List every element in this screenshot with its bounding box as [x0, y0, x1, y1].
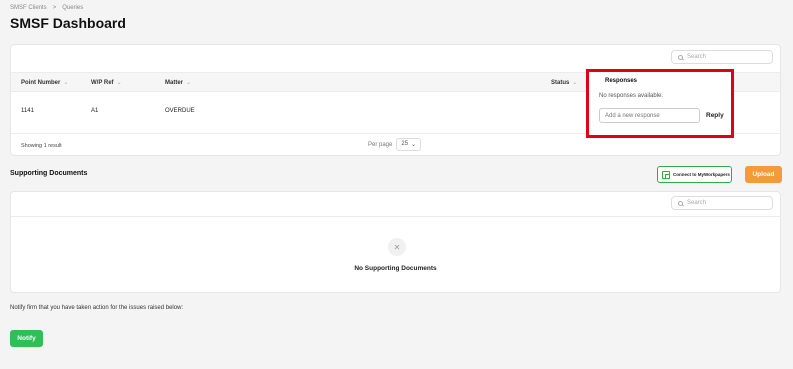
reply-button[interactable]: Reply: [706, 112, 724, 119]
column-matter[interactable]: Matter ⌄: [165, 79, 192, 87]
breadcrumb-separator: >: [52, 5, 57, 11]
chevron-down-icon: ⌄: [572, 80, 578, 86]
cell-wp-ref: A1: [91, 108, 99, 114]
close-icon: ✕: [388, 238, 406, 256]
search-icon: [678, 200, 683, 206]
cell-point-number: 1141: [21, 108, 34, 114]
documents-empty-text: No Supporting Documents: [354, 265, 437, 272]
result-count: Showing 1 result: [21, 143, 62, 149]
new-response-input[interactable]: Add a new response: [599, 108, 700, 123]
notify-instruction: Notify firm that you have taken action f…: [10, 305, 184, 311]
chevron-down-icon: ⌄: [63, 80, 69, 86]
copy-icon: [662, 170, 670, 179]
responses-empty-text: No responses available.: [599, 93, 664, 99]
breadcrumb-queries[interactable]: Queries: [62, 5, 83, 11]
page-title: SMSF Dashboard: [10, 15, 126, 31]
chevron-down-icon: ⌄: [186, 80, 192, 86]
breadcrumb: SMSF Clients > Queries: [10, 5, 83, 11]
column-status[interactable]: Status ⌄: [551, 79, 578, 87]
supporting-documents-card: Search ✕ No Supporting Documents: [10, 191, 781, 293]
chevron-down-icon: ⌄: [116, 80, 122, 86]
notify-button[interactable]: Notify: [10, 330, 43, 347]
search-placeholder: Search: [687, 54, 707, 60]
documents-search-input[interactable]: Search: [671, 196, 773, 210]
chevron-down-icon: ⌄: [411, 142, 417, 148]
cell-matter: OVERDUE: [165, 108, 195, 114]
per-page-label: Per page: [368, 141, 393, 148]
queries-search-input[interactable]: Search: [671, 50, 773, 64]
per-page-select[interactable]: 25 ⌄: [396, 138, 422, 151]
responses-panel: Responses No responses available. Add a …: [586, 69, 734, 138]
connect-myworkpapers-button[interactable]: Connect to MyWorkpapers: [657, 166, 732, 183]
column-point-number[interactable]: Point Number ⌄: [21, 79, 69, 87]
upload-button[interactable]: Upload: [745, 166, 782, 183]
search-placeholder: Search: [687, 200, 707, 206]
per-page-control: Per page 25 ⌄: [368, 138, 422, 151]
breadcrumb-smsf-clients[interactable]: SMSF Clients: [10, 5, 47, 11]
supporting-documents-title: Supporting Documents: [10, 170, 88, 177]
search-icon: [678, 54, 683, 60]
column-wp-ref[interactable]: W/P Ref ⌄: [91, 79, 122, 87]
responses-header: Responses: [605, 78, 638, 84]
divider: [11, 216, 780, 217]
